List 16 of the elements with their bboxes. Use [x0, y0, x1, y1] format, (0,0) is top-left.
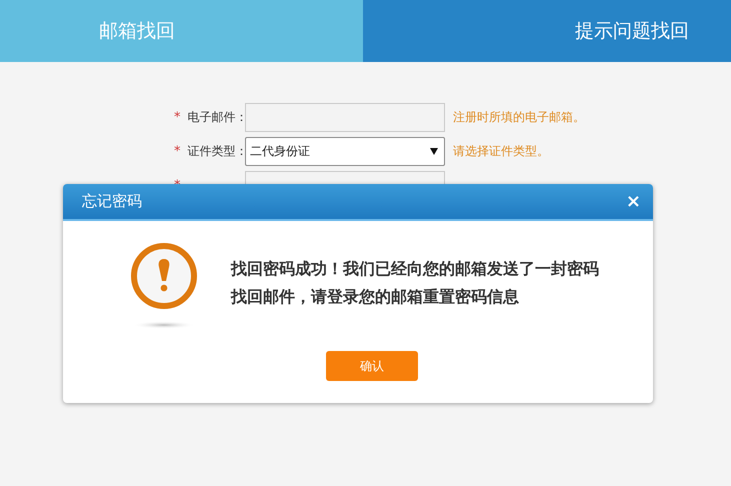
dropdown-icon	[430, 148, 438, 155]
tab[interactable]: 邮箱找回	[0, 0, 363, 62]
exclamation-icon	[129, 241, 199, 331]
field-label: 电子邮件：	[188, 109, 248, 126]
required-mark: *	[174, 110, 180, 125]
confirm-button[interactable]: 确认	[326, 351, 418, 381]
dialog-message: 找回密码成功！我们已经向您的邮箱发送了一封密码找回邮件，请登录您的邮箱重置密码信息	[231, 258, 600, 308]
required-mark: *	[174, 144, 180, 159]
field-label: 证件类型：	[188, 143, 248, 160]
select-field[interactable]: 二代身份证	[245, 137, 445, 166]
input-field[interactable]	[245, 103, 445, 132]
field-hint: 请选择证件类型。	[453, 143, 549, 160]
tab[interactable]: 提示问题找回	[363, 0, 731, 62]
close-button[interactable]: ×	[626, 191, 641, 212]
field-hint: 注册时所填的电子邮箱。	[453, 109, 585, 126]
dialog-title: 忘记密码	[82, 192, 142, 211]
